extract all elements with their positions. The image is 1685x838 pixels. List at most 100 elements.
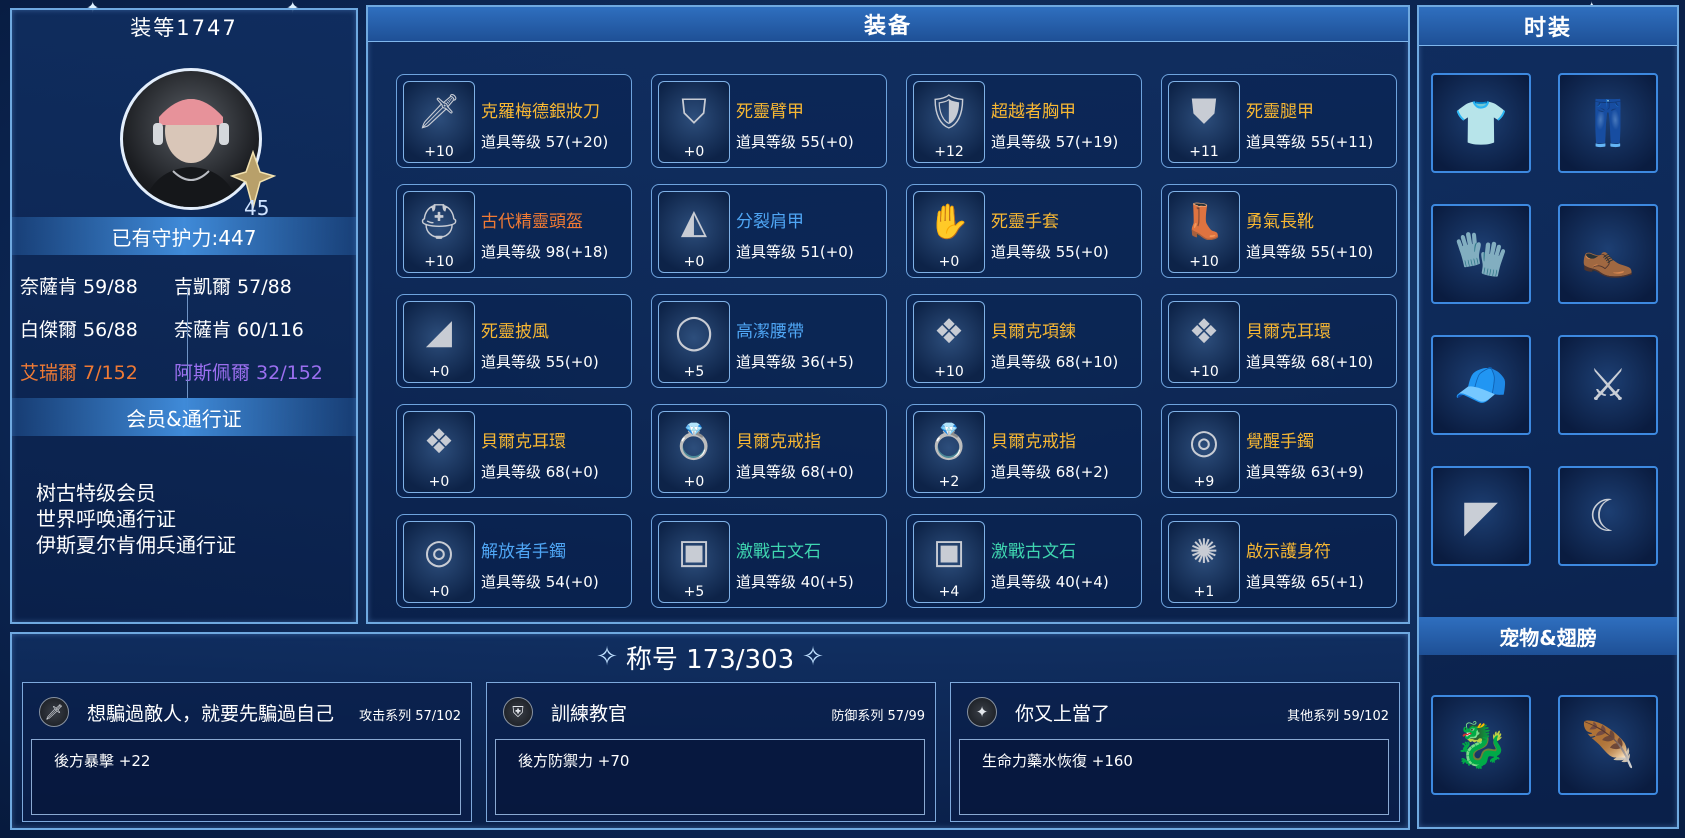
- stat-ariel: 艾瑞爾 7/152: [20, 362, 138, 384]
- title-effect: 生命力藥水恢復 +160: [982, 752, 1133, 770]
- enhance-level: +0: [683, 254, 705, 270]
- equipment-slot[interactable]: ⛊ +11 死靈腿甲 道具等级 55(+11): [1161, 74, 1397, 168]
- costume-top-icon: 👕: [1453, 98, 1509, 149]
- fashion-panel: 时装 👕 👖 🧤 👞 🧢 ⚔ ◤ ☾ 宠物&翅膀 🐉 🪶: [1417, 5, 1679, 829]
- equipment-slot[interactable]: ✺ +1 啟示護身符 道具等级 65(+1): [1161, 514, 1397, 608]
- fashion-slot[interactable]: 👞: [1558, 204, 1658, 304]
- bracelet-icon: ◎: [424, 532, 454, 572]
- equipment-slot[interactable]: ❖ +10 貝爾克耳環道具等级 68(+10): [1161, 294, 1397, 388]
- item-name: 激戰古文石: [991, 542, 1076, 562]
- defense-value: 已有守护力:447: [111, 225, 257, 250]
- membership-item: 世界呼唤通行证: [36, 507, 176, 531]
- item-name: 貝爾克戒指: [736, 432, 821, 452]
- arm-guard-icon: ⛉: [681, 92, 707, 132]
- item-level: 道具等级 36(+5): [736, 353, 854, 371]
- item-level: 道具等级 63(+9): [1246, 463, 1364, 481]
- equipment-icon-frame: ❖ +10: [913, 301, 985, 383]
- equipment-slot[interactable]: ⛑ +10 古代精靈頭盔 道具等级 98(+18): [396, 184, 632, 278]
- equipment-slot[interactable]: ✋ +0 死靈手套 道具等级 55(+0): [906, 184, 1142, 278]
- equipment-icon-frame: 🗡 +10: [403, 81, 475, 163]
- equipment-icon-frame: ◭ +0: [658, 191, 730, 273]
- equipment-icon-frame: ⛊ +11: [1168, 81, 1240, 163]
- glove-icon: ✋: [927, 202, 971, 242]
- membership-title: 会员&通行证: [126, 406, 242, 431]
- title-effect-box: 後方防禦力 +70: [495, 739, 925, 815]
- equipment-icon-frame: ❖ +0: [403, 411, 475, 493]
- stat-nazakan-2: 奈薩肯 60/116: [174, 319, 304, 341]
- item-level-header: 装等1747: [12, 10, 356, 44]
- stat-asper: 阿斯佩爾 32/152: [174, 362, 323, 384]
- pet-wing-slot[interactable]: 🐉: [1431, 695, 1531, 795]
- title-card[interactable]: ⛨ 訓練教官 防御系列 57/99 後方防禦力 +70: [486, 682, 936, 822]
- character-profile-screen: { "left_panel": { "item_level": "装等1747"…: [0, 0, 1685, 838]
- equipment-icon-frame: ▣ +4: [913, 521, 985, 603]
- fashion-slot[interactable]: ⚔: [1558, 335, 1658, 435]
- equipment-slot[interactable]: 🛡 +12 超越者胸甲 道具等级 57(+19): [906, 74, 1142, 168]
- equipment-slot[interactable]: ◢ +0 死靈披風 道具等级 55(+0): [396, 294, 632, 388]
- item-level: 道具等级 40(+4): [991, 573, 1109, 591]
- item-name: 貝爾克項鍊: [991, 322, 1076, 342]
- shoulder-armor-icon: ◭: [680, 202, 708, 242]
- equipment-slot[interactable]: 💍 +0 貝爾克戒指 道具等级 68(+0): [651, 404, 887, 498]
- fashion-slot[interactable]: 🧤: [1431, 204, 1531, 304]
- title-card[interactable]: ✦ 你又上當了 其他系列 59/102 生命力藥水恢復 +160: [950, 682, 1400, 822]
- item-level: 道具等级 68(+10): [1246, 353, 1374, 371]
- title-name: 訓練教官: [551, 703, 628, 725]
- equipment-slot[interactable]: ▣ +4 激戰古文石道具等级 40(+4): [906, 514, 1142, 608]
- fashion-slot[interactable]: 👖: [1558, 73, 1658, 173]
- item-name: 死靈手套: [991, 212, 1059, 232]
- equipment-icon-frame: ❖ +10: [1168, 301, 1240, 383]
- equipment-slot[interactable]: 🗡 +10 克羅梅德銀妝刀 道具等级 57(+20): [396, 74, 632, 168]
- stat-nazakan-1: 奈薩肯 59/88: [20, 276, 138, 298]
- equipment-slot[interactable]: ◭ +0 分裂肩甲 道具等级 51(+0): [651, 184, 887, 278]
- equipment-slot[interactable]: ⛉ +0 死靈臂甲 道具等级 55(+0): [651, 74, 887, 168]
- equipment-panel: 装备 🗡 +10 克羅梅德銀妝刀 道具等级 57(+20) ⛉ +0 死靈臂甲 道具等级 55…: [366, 5, 1410, 624]
- equipment-icon-frame: ◯ +5: [658, 301, 730, 383]
- equipment-slot[interactable]: 👢 +10 勇氣長靴 道具等级 55(+10): [1161, 184, 1397, 278]
- fashion-slot[interactable]: ☾: [1558, 466, 1658, 566]
- equipment-slot[interactable]: ▣ +5 激戰古文石 道具等级 40(+5): [651, 514, 887, 608]
- costume-hat-icon: 🧢: [1453, 360, 1509, 411]
- equipment-title: 装备: [863, 14, 912, 39]
- equipment-slot[interactable]: ◎ +0 解放者手鐲 道具等级 54(+0): [396, 514, 632, 608]
- item-name: 克羅梅德銀妝刀: [481, 102, 600, 122]
- item-level: 道具等级 54(+0): [481, 573, 599, 591]
- pet-wing-slot[interactable]: 🪶: [1558, 695, 1658, 795]
- fashion-slot[interactable]: ◤: [1431, 466, 1531, 566]
- fashion-slot[interactable]: 👕: [1431, 73, 1531, 173]
- equipment-icon-frame: 👢 +10: [1168, 191, 1240, 273]
- title-panel: ✧ 称号 173/303 ✧ 🗡 想騙過敵人，就要先騙過自己 攻击系列 57/102…: [10, 632, 1410, 830]
- costume-weapon-icon: ⚔: [1588, 359, 1628, 411]
- equipment-slot[interactable]: ❖ +10 貝爾克項鍊 道具等级 68(+10): [906, 294, 1142, 388]
- earring-icon: ❖: [423, 422, 455, 462]
- item-name: 貝爾克耳環: [481, 432, 566, 452]
- ring-icon: 💍: [672, 422, 716, 462]
- equipment-slot[interactable]: ❖ +0 貝爾克耳環 道具等级 68(+0): [396, 404, 632, 498]
- enhance-level: +0: [428, 474, 450, 490]
- equipment-slot[interactable]: 💍 +2 貝爾克戒指 道具等级 68(+2): [906, 404, 1142, 498]
- item-name: 死靈臂甲: [736, 102, 804, 122]
- equipment-icon-frame: 💍 +0: [658, 411, 730, 493]
- item-level: 道具等级 55(+10): [1246, 243, 1374, 261]
- title-card[interactable]: 🗡 想騙過敵人，就要先騙過自己 攻击系列 57/102 後方暴擊 +22: [22, 682, 472, 822]
- enhance-level: +11: [1189, 144, 1219, 160]
- fashion-slot[interactable]: 🧢: [1431, 335, 1531, 435]
- equipment-slot[interactable]: ◯ +5 高潔腰帶 道具等级 36(+5): [651, 294, 887, 388]
- item-name: 古代精靈頭盔: [481, 212, 583, 232]
- item-name: 貝爾克耳環: [1246, 322, 1331, 342]
- item-level: 道具等级 57(+19): [991, 133, 1119, 151]
- enhance-level: +1: [1193, 584, 1215, 600]
- rune-stone-icon: ▣: [932, 532, 966, 572]
- enhance-level: +2: [938, 474, 960, 490]
- enhance-level: +10: [424, 144, 454, 160]
- enhance-level: +0: [683, 474, 705, 490]
- cape-icon: ◢: [425, 312, 453, 352]
- amulet-icon: ✺: [1189, 532, 1219, 572]
- equipment-icon-frame: ◎ +0: [403, 521, 475, 603]
- item-name: 貝爾克戒指: [991, 432, 1076, 452]
- equipment-slot[interactable]: ◎ +9 覺醒手鐲 道具等级 63(+9): [1161, 404, 1397, 498]
- title-name: 想騙過敵人，就要先騙過自己: [87, 703, 335, 725]
- equipment-icon-frame: ✺ +1: [1168, 521, 1240, 603]
- necklace-icon: ❖: [933, 312, 965, 352]
- item-level: 道具等级 40(+5): [736, 573, 854, 591]
